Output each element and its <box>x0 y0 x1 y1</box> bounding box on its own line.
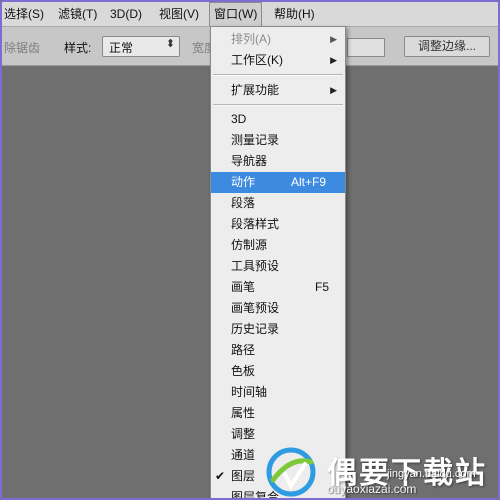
menu-item-paths[interactable]: 路径 <box>211 340 345 361</box>
submenu-arrow-icon: ▶ <box>330 55 337 65</box>
menu-item-actions[interactable]: 动作 Alt+F9 <box>211 172 345 193</box>
window-menu-dropdown: 排列(A) ▶ 工作区(K) ▶ 扩展功能 ▶ 3D 测量记录 导航器 动作 A… <box>210 26 346 498</box>
submenu-arrow-icon: ▶ <box>330 34 337 44</box>
menu-item-label: 画笔预设 <box>231 301 280 315</box>
menu-item-timeline[interactable]: 时间轴 <box>211 382 345 403</box>
menu-item-label: 调整 <box>231 427 256 441</box>
menu-view[interactable]: 视图(V) <box>159 2 199 26</box>
checkmark-icon: ✔ <box>215 469 226 483</box>
menu-help[interactable]: 帮助(H) <box>274 2 315 26</box>
menu-item-brush-presets[interactable]: 画笔预设 <box>211 298 345 319</box>
menu-item-label: 测量记录 <box>231 133 280 147</box>
menu-item-label: 导航器 <box>231 154 268 168</box>
menu-3d[interactable]: 3D(D) <box>110 2 142 26</box>
menu-window[interactable]: 窗口(W) <box>209 2 263 26</box>
menu-item-label: 通道 <box>231 448 256 462</box>
menu-item-swatches[interactable]: 色板 <box>211 361 345 382</box>
menu-item-3d[interactable]: 3D <box>211 109 345 130</box>
menu-item-label: 排列(A) <box>231 32 271 46</box>
menu-item-label: 段落样式 <box>231 217 280 231</box>
menu-separator <box>213 104 343 106</box>
menu-item-paragraph[interactable]: 段落 <box>211 193 345 214</box>
menu-item-workspace[interactable]: 工作区(K) ▶ <box>211 50 345 71</box>
watermark: 偶要下载站 jingyan.baidu.com ouyaoxiazai.com <box>257 444 498 498</box>
menu-item-navigator[interactable]: 导航器 <box>211 151 345 172</box>
watermark-site: jingyan.baidu.com <box>387 468 476 480</box>
menu-item-label: 路径 <box>231 343 256 357</box>
menu-item-label: 历史记录 <box>231 322 280 336</box>
menu-item-label: 色板 <box>231 364 256 378</box>
menu-item-shortcut: Alt+F9 <box>291 175 327 189</box>
menu-item-adjustments[interactable]: 调整 <box>211 424 345 445</box>
menu-item-label: 图层 <box>231 469 256 483</box>
menu-item-properties[interactable]: 属性 <box>211 403 345 424</box>
menu-item-label: 扩展功能 <box>231 83 280 97</box>
menu-item-label: 属性 <box>231 406 256 420</box>
watermark-logo-icon <box>266 447 316 497</box>
menu-item-clone-source[interactable]: 仿制源 <box>211 235 345 256</box>
app-frame: 选择(S) 滤镜(T) 3D(D) 视图(V) 窗口(W) 帮助(H) 除锯齿 … <box>0 0 500 500</box>
menu-item-brush[interactable]: 画笔 F5 <box>211 277 345 298</box>
menu-item-label: 工作区(K) <box>231 53 283 67</box>
style-label: 样式: <box>64 41 92 55</box>
menu-item-label: 仿制源 <box>231 238 268 252</box>
anti-alias-label[interactable]: 除锯齿 <box>4 39 40 56</box>
menu-item-measurement-log[interactable]: 测量记录 <box>211 130 345 151</box>
menu-item-history[interactable]: 历史记录 <box>211 319 345 340</box>
style-select[interactable]: 正常 ⬍ <box>102 36 180 57</box>
submenu-arrow-icon: ▶ <box>330 85 337 95</box>
menu-item-extensions[interactable]: 扩展功能 ▶ <box>211 80 345 101</box>
watermark-url: ouyaoxiazai.com <box>327 482 417 496</box>
menu-item-tool-presets[interactable]: 工具预设 <box>211 256 345 277</box>
menu-select[interactable]: 选择(S) <box>4 2 44 26</box>
menu-item-label: 时间轴 <box>231 385 268 399</box>
height-field[interactable] <box>347 38 385 57</box>
menu-item-label: 工具预设 <box>231 259 280 273</box>
select-arrows-icon: ⬍ <box>165 38 175 50</box>
menu-item-paragraph-styles[interactable]: 段落样式 <box>211 214 345 235</box>
style-select-value: 正常 <box>109 41 134 55</box>
menu-item-arrange[interactable]: 排列(A) ▶ <box>211 29 345 50</box>
menu-item-label: 3D <box>231 112 247 126</box>
menu-item-label: 动作 <box>231 175 256 189</box>
refine-edge-button[interactable]: 调整边缘... <box>404 36 490 57</box>
menu-item-label: 画笔 <box>231 280 256 294</box>
menu-item-shortcut: F5 <box>315 280 330 294</box>
menubar: 选择(S) 滤镜(T) 3D(D) 视图(V) 窗口(W) 帮助(H) <box>2 2 498 27</box>
menu-filter[interactable]: 滤镜(T) <box>58 2 97 26</box>
menu-separator <box>213 74 343 76</box>
menu-item-label: 段落 <box>231 196 256 210</box>
